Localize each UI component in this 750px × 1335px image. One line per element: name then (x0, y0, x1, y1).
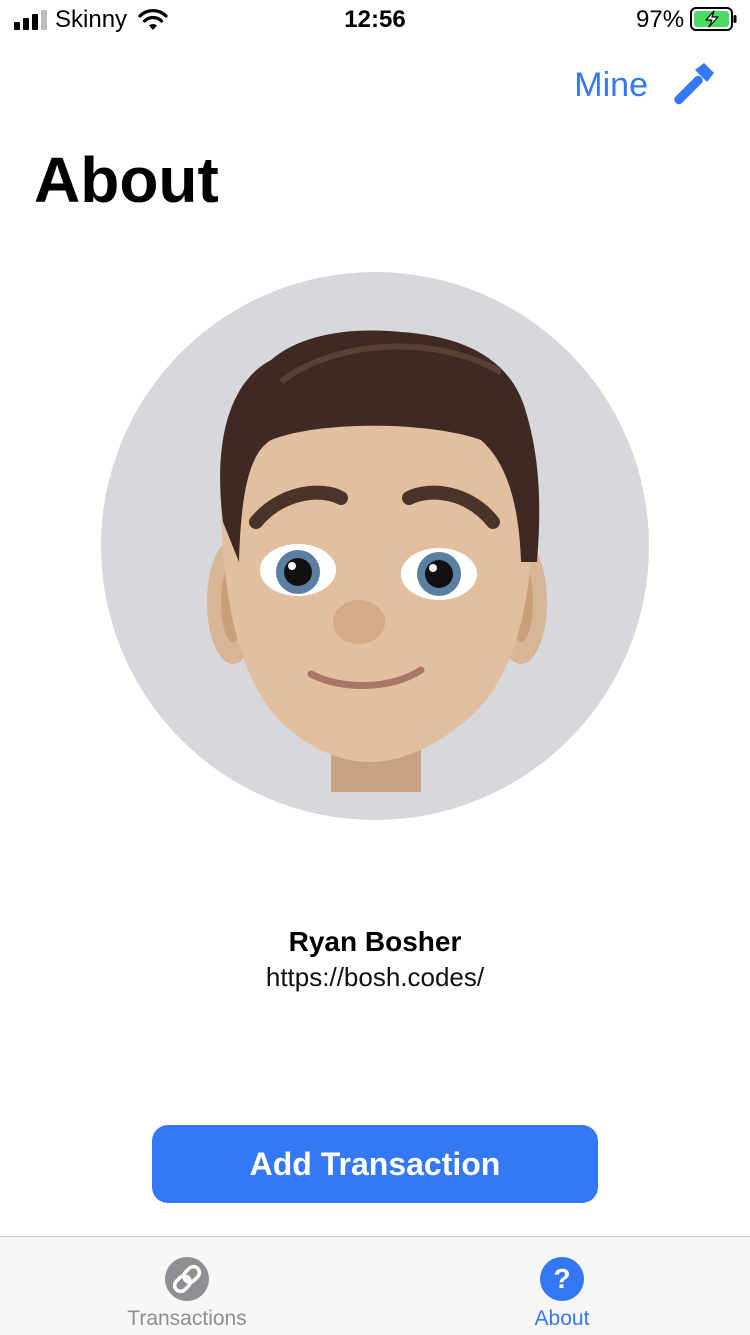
battery-charging-icon (690, 7, 737, 31)
profile-name: Ryan Bosher (288, 926, 462, 957)
link-icon (165, 1257, 209, 1301)
tab-label: Transactions (127, 1307, 247, 1330)
battery-percentage: 97% (636, 6, 685, 33)
hammer-icon (674, 63, 714, 105)
mine-label: Mine (574, 65, 648, 104)
tab-label: About (534, 1307, 590, 1330)
tab-bar: Transactions ? About (0, 1236, 750, 1335)
tab-transactions[interactable]: Transactions (37, 1237, 337, 1335)
question-icon: ? (540, 1257, 584, 1301)
page-title: About (34, 144, 219, 216)
memoji-avatar (101, 272, 649, 820)
status-bar: Skinny 12:56 97% (0, 0, 750, 44)
tab-about[interactable]: ? About (412, 1237, 712, 1335)
mine-nav-button[interactable]: Mine (574, 60, 716, 110)
add-transaction-button[interactable]: Add Transaction (152, 1125, 598, 1203)
profile-url-link[interactable]: https://bosh.codes/ (0, 962, 750, 993)
